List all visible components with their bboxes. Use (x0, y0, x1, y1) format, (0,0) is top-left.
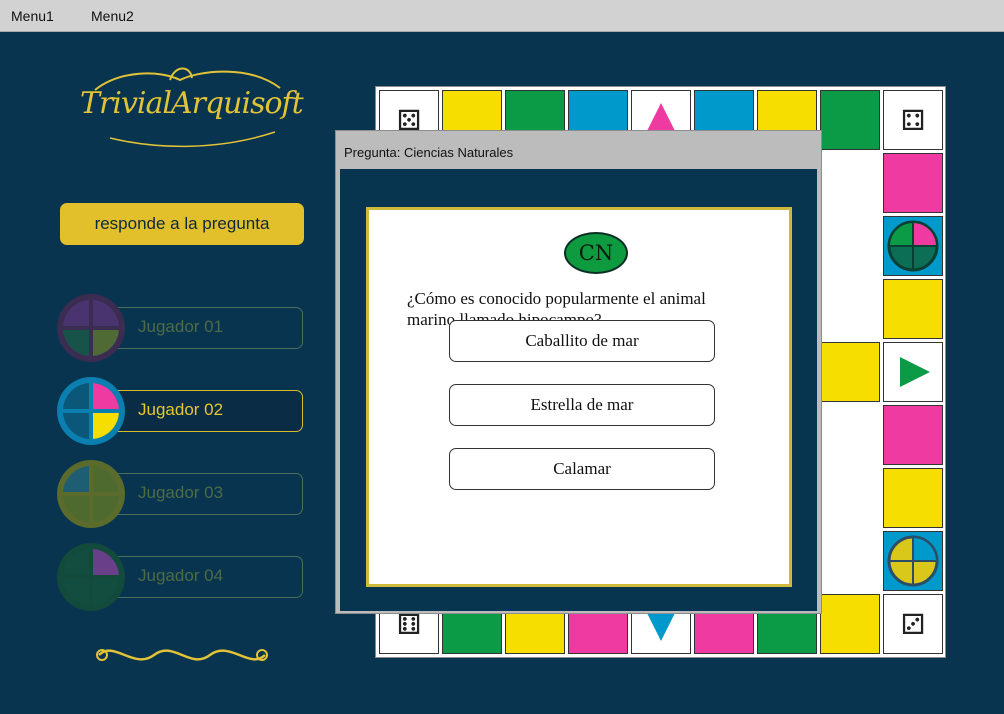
board-square[interactable] (883, 468, 943, 528)
player-3-token-icon (57, 460, 125, 528)
player-1-token-icon (57, 294, 125, 362)
board-square-roll-again[interactable]: ⚃ (883, 90, 943, 150)
category-badge: CN (564, 232, 628, 274)
player-1-label: Jugador 01 (138, 317, 224, 336)
board-square-roll-again[interactable]: ⚂ (883, 594, 943, 654)
wedge-wheel-icon (887, 535, 939, 587)
player-3[interactable]: Jugador 03 (55, 458, 305, 530)
answer-button-1[interactable]: Caballito de mar (449, 320, 715, 362)
board-square-wedge[interactable] (883, 216, 943, 276)
board-square[interactable] (820, 90, 880, 150)
wedge-triangle-icon (900, 357, 930, 387)
player-2-token-icon (57, 377, 125, 445)
question-card: CN ¿Cómo es conocido popularmente el ani… (366, 207, 792, 587)
board-square-wedge[interactable] (883, 342, 943, 402)
player-2-label: Jugador 02 (138, 400, 224, 419)
board-square[interactable] (820, 342, 880, 402)
answer-button-2[interactable]: Estrella de mar (449, 384, 715, 426)
logo: TrivialArquisoft (80, 60, 304, 150)
menu-1[interactable]: Menu1 (11, 8, 54, 24)
board-square[interactable] (820, 594, 880, 654)
player-1[interactable]: Jugador 01 (55, 292, 305, 364)
player-3-label: Jugador 03 (138, 483, 224, 502)
player-4[interactable]: Jugador 04 (55, 541, 305, 613)
player-2[interactable]: Jugador 02 (55, 375, 305, 447)
dialog-body: CN ¿Cómo es conocido popularmente el ani… (340, 169, 817, 611)
player-4-label: Jugador 04 (138, 566, 224, 585)
wedge-wheel-icon (887, 220, 939, 272)
menu-2[interactable]: Menu2 (91, 8, 134, 24)
dialog-title: Pregunta: Ciencias Naturales (344, 145, 514, 160)
board-square[interactable] (883, 153, 943, 213)
player-4-token-icon (57, 543, 125, 611)
swirl-ornament-icon (96, 649, 268, 661)
respond-button[interactable]: responde a la pregunta (60, 203, 304, 245)
menu-bar: Menu1 Menu2 (0, 0, 1004, 32)
roll-again-icon: ⚂ (900, 608, 926, 640)
question-dialog: Pregunta: Ciencias Naturales CN ¿Cómo es… (335, 130, 822, 614)
board-square-wedge[interactable] (883, 531, 943, 591)
logo-text: TrivialArquisoft (80, 86, 304, 121)
answer-button-3[interactable]: Calamar (449, 448, 715, 490)
roll-again-icon: ⚃ (900, 104, 926, 136)
board-square[interactable] (883, 279, 943, 339)
board-square[interactable] (883, 405, 943, 465)
